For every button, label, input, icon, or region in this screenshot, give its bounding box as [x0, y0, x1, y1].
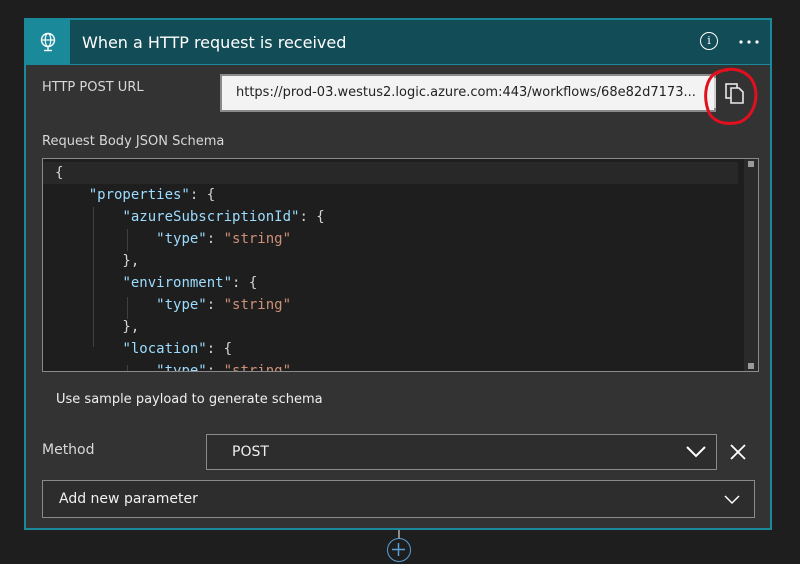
method-dropdown[interactable]: POST [206, 434, 717, 470]
method-value: POST [232, 444, 269, 460]
card-header[interactable]: When a HTTP request is received i [26, 20, 770, 65]
code-line: { [55, 165, 64, 181]
http-trigger-card: When a HTTP request is received i HTTP P… [24, 18, 772, 530]
code-line: "properties": { [88, 187, 216, 203]
globe-request-icon [26, 20, 70, 64]
card-title: When a HTTP request is received [82, 32, 347, 52]
plus-icon [392, 543, 405, 556]
scrollbar-marker [748, 161, 754, 167]
json-schema-editor[interactable]: { "properties": { "azureSubscriptionId":… [42, 158, 759, 372]
red-circle-annotation [704, 67, 758, 125]
current-line-highlight [43, 162, 738, 184]
code-line: }, [55, 319, 140, 335]
code-line: "environment": { [122, 275, 258, 291]
code-line: "type": "string" [156, 363, 292, 372]
add-step-button[interactable] [387, 538, 411, 562]
http-post-url-field[interactable]: https://prod-03.westus2.logic.azure.com:… [220, 74, 716, 112]
editor-scrollbar[interactable] [744, 159, 758, 371]
code-line: "azureSubscriptionId": { [122, 209, 325, 225]
add-new-parameter-dropdown[interactable]: Add new parameter [42, 480, 755, 518]
code-line: }, [55, 253, 140, 269]
chevron-down-icon [724, 495, 740, 505]
scrollbar-marker [748, 363, 754, 369]
close-icon[interactable] [728, 442, 748, 462]
http-post-url-label: HTTP POST URL [42, 80, 144, 95]
add-new-parameter-label: Add new parameter [59, 491, 198, 507]
request-body-schema-label: Request Body JSON Schema [42, 134, 225, 149]
chevron-down-icon [686, 446, 706, 458]
method-label: Method [42, 442, 95, 458]
code-line: "type": "string" [156, 231, 292, 247]
code-line: "location": { [122, 341, 233, 357]
code-line: "type": "string" [156, 297, 292, 313]
more-options-icon[interactable] [738, 29, 760, 50]
info-icon[interactable]: i [700, 32, 718, 50]
use-sample-payload-link[interactable]: Use sample payload to generate schema [56, 392, 323, 407]
